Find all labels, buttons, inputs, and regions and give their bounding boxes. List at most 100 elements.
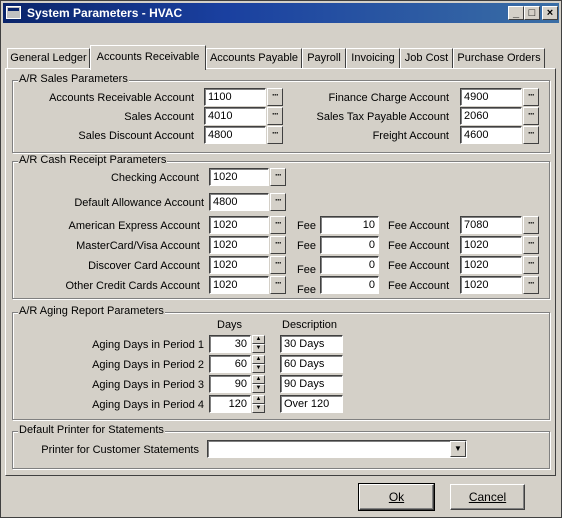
mc-visa-account-label: MasterCard/Visa Account <box>76 240 200 252</box>
freight-label: Freight Account <box>372 130 449 142</box>
discover-fee-account-lookup-button[interactable]: ··· <box>523 256 539 274</box>
ok-button[interactable]: Ok <box>358 483 435 511</box>
sales-discount-lookup-button[interactable]: ··· <box>267 126 283 144</box>
mc-visa-fee-field[interactable]: 0 <box>320 236 379 254</box>
amex-fee-label: Fee <box>297 220 316 232</box>
aging-period-2-days-field[interactable]: 60 <box>209 355 251 373</box>
sales-tax-label: Sales Tax Payable Account <box>316 111 450 123</box>
other-cards-account-label: Other Credit Cards Account <box>65 280 200 292</box>
other-cards-fee-account-field[interactable]: 1020 <box>460 276 522 294</box>
other-cards-account-lookup-button[interactable]: ··· <box>270 276 286 294</box>
sales-tax-field[interactable]: 2060 <box>460 107 522 125</box>
aging-period-3-spinner[interactable]: ▲ ▼ <box>252 375 265 393</box>
mc-visa-fee-label: Fee <box>297 240 316 252</box>
spin-up-icon[interactable]: ▲ <box>252 335 265 344</box>
mc-visa-account-lookup-button[interactable]: ··· <box>270 236 286 254</box>
freight-lookup-button[interactable]: ··· <box>523 126 539 144</box>
spin-up-icon[interactable]: ▲ <box>252 395 265 404</box>
days-column-header: Days <box>217 319 243 331</box>
ok-button-label: Ok <box>388 490 405 504</box>
allowance-account-lookup-button[interactable]: ··· <box>270 193 286 211</box>
minimize-button[interactable]: _ <box>508 6 524 20</box>
aging-period-4-desc-field[interactable]: Over 120 <box>280 395 343 413</box>
finance-charge-label: Finance Charge Account <box>328 92 449 104</box>
sales-tax-lookup-button[interactable]: ··· <box>523 107 539 125</box>
ar-sales-group-title: A/R Sales Parameters <box>18 73 129 85</box>
aging-period-3-label: Aging Days in Period 3 <box>92 379 204 391</box>
tab-accounts-payable[interactable]: Accounts Payable <box>206 48 302 69</box>
ar-account-label: Accounts Receivable Account <box>49 92 194 104</box>
other-cards-fee-account-lookup-button[interactable]: ··· <box>523 276 539 294</box>
discover-account-lookup-button[interactable]: ··· <box>270 256 286 274</box>
aging-period-2-label: Aging Days in Period 2 <box>92 359 204 371</box>
maximize-button[interactable]: □ <box>524 6 540 20</box>
other-cards-fee-label: Fee <box>297 284 316 296</box>
discover-account-field[interactable]: 1020 <box>209 256 269 274</box>
tab-invoicing[interactable]: Invoicing <box>346 48 400 69</box>
discover-fee-field[interactable]: 0 <box>320 256 379 274</box>
checking-account-lookup-button[interactable]: ··· <box>270 168 286 186</box>
tab-job-cost[interactable]: Job Cost <box>400 48 453 69</box>
tab-purchase-orders[interactable]: Purchase Orders <box>453 48 545 69</box>
freight-field[interactable]: 4600 <box>460 126 522 144</box>
mc-visa-fee-account-field[interactable]: 1020 <box>460 236 522 254</box>
aging-period-4-days-field[interactable]: 120 <box>209 395 251 413</box>
title-bar[interactable]: System Parameters - HVAC _ □ × <box>3 3 559 23</box>
spin-up-icon[interactable]: ▲ <box>252 375 265 384</box>
close-button[interactable]: × <box>542 6 558 20</box>
sales-account-field[interactable]: 4010 <box>204 107 266 125</box>
aging-period-4-label: Aging Days in Period 4 <box>92 399 204 411</box>
amex-fee-account-lookup-button[interactable]: ··· <box>523 216 539 234</box>
spin-down-icon[interactable]: ▼ <box>252 344 265 353</box>
tab-payroll[interactable]: Payroll <box>302 48 346 69</box>
aging-period-1-spinner[interactable]: ▲ ▼ <box>252 335 265 353</box>
ar-account-lookup-button[interactable]: ··· <box>267 88 283 106</box>
cancel-button[interactable]: Cancel <box>450 484 525 510</box>
aging-period-4-spinner[interactable]: ▲ ▼ <box>252 395 265 413</box>
dropdown-arrow-icon[interactable]: ▼ <box>450 441 466 457</box>
aging-period-3-days-field[interactable]: 90 <box>209 375 251 393</box>
ar-account-field[interactable]: 1100 <box>204 88 266 106</box>
sales-account-label: Sales Account <box>124 111 194 123</box>
discover-account-label: Discover Card Account <box>88 260 200 272</box>
other-cards-fee-field[interactable]: 0 <box>320 276 379 294</box>
checking-account-label: Checking Account <box>110 172 199 184</box>
tab-general-ledger[interactable]: General Ledger <box>7 48 90 69</box>
spin-down-icon[interactable]: ▼ <box>252 364 265 373</box>
allowance-account-field[interactable]: 4800 <box>209 193 269 211</box>
spin-down-icon[interactable]: ▼ <box>252 384 265 393</box>
aging-period-1-label: Aging Days in Period 1 <box>92 339 204 351</box>
tab-accounts-receivable[interactable]: Accounts Receivable <box>90 45 206 70</box>
mc-visa-fee-account-label: Fee Account <box>388 240 450 252</box>
aging-period-2-desc-field[interactable]: 60 Days <box>280 355 343 373</box>
amex-fee-field[interactable]: 10 <box>320 216 379 234</box>
amex-fee-account-label: Fee Account <box>388 220 450 232</box>
checking-account-field[interactable]: 1020 <box>209 168 269 186</box>
aging-period-2-spinner[interactable]: ▲ ▼ <box>252 355 265 373</box>
ar-cash-receipt-group-title: A/R Cash Receipt Parameters <box>18 154 168 166</box>
discover-fee-account-label: Fee Account <box>388 260 450 272</box>
sales-account-lookup-button[interactable]: ··· <box>267 107 283 125</box>
mc-visa-fee-account-lookup-button[interactable]: ··· <box>523 236 539 254</box>
amex-fee-account-field[interactable]: 7080 <box>460 216 522 234</box>
aging-period-1-days-field[interactable]: 30 <box>209 335 251 353</box>
system-parameters-window: System Parameters - HVAC _ □ × General L… <box>0 0 562 518</box>
app-icon <box>6 6 21 19</box>
other-cards-account-field[interactable]: 1020 <box>209 276 269 294</box>
spin-down-icon[interactable]: ▼ <box>252 404 265 413</box>
default-printer-group-title: Default Printer for Statements <box>18 424 165 436</box>
aging-period-1-desc-field[interactable]: 30 Days <box>280 335 343 353</box>
mc-visa-account-field[interactable]: 1020 <box>209 236 269 254</box>
amex-account-field[interactable]: 1020 <box>209 216 269 234</box>
spin-up-icon[interactable]: ▲ <box>252 355 265 364</box>
allowance-account-label: Default Allowance Account <box>74 197 204 209</box>
printer-statements-label: Printer for Customer Statements <box>41 444 199 456</box>
description-column-header: Description <box>282 319 338 331</box>
sales-discount-field[interactable]: 4800 <box>204 126 266 144</box>
finance-charge-field[interactable]: 4900 <box>460 88 522 106</box>
printer-statements-select[interactable] <box>207 440 467 458</box>
finance-charge-lookup-button[interactable]: ··· <box>523 88 539 106</box>
discover-fee-account-field[interactable]: 1020 <box>460 256 522 274</box>
amex-account-lookup-button[interactable]: ··· <box>270 216 286 234</box>
aging-period-3-desc-field[interactable]: 90 Days <box>280 375 343 393</box>
